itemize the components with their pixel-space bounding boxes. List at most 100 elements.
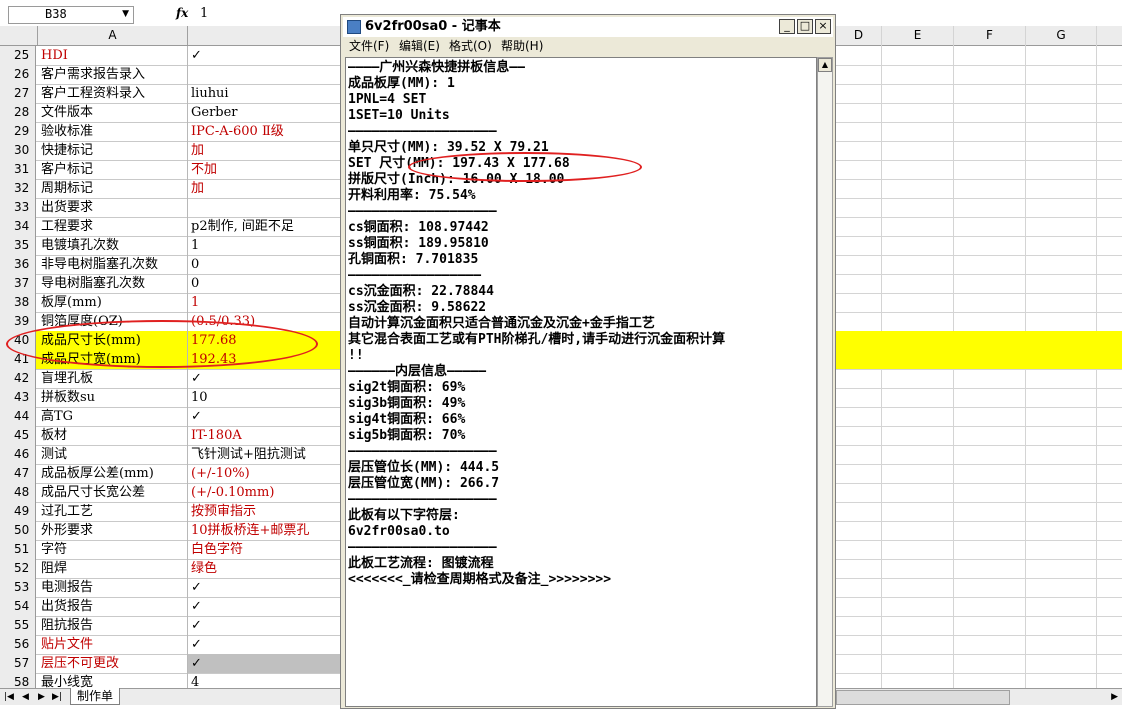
- cell-b[interactable]: [188, 198, 340, 217]
- row-header[interactable]: 54: [0, 597, 36, 616]
- sheet-tab[interactable]: 制作单: [70, 688, 121, 705]
- maximize-button[interactable]: □: [797, 19, 813, 34]
- column-header-a[interactable]: A: [38, 26, 188, 45]
- cell-b[interactable]: 10: [188, 388, 340, 407]
- row-header[interactable]: 31: [0, 160, 36, 179]
- row-header[interactable]: 47: [0, 464, 36, 483]
- cell-b[interactable]: 按预审指示: [188, 502, 340, 521]
- cell-b[interactable]: 加: [188, 179, 340, 198]
- menu-edit[interactable]: 编辑(E): [399, 38, 440, 54]
- cell-b[interactable]: ✓: [188, 635, 340, 654]
- close-button[interactable]: ×: [815, 19, 831, 34]
- select-all-corner[interactable]: [0, 26, 38, 45]
- row-header[interactable]: 56: [0, 635, 36, 654]
- cell-b[interactable]: 1: [188, 293, 340, 312]
- column-header-d[interactable]: D: [836, 26, 882, 45]
- horizontal-scrollbar[interactable]: ▶: [836, 688, 1122, 705]
- chevron-down-icon[interactable]: ▼: [122, 9, 129, 19]
- row-header[interactable]: 36: [0, 255, 36, 274]
- column-header-e[interactable]: E: [882, 26, 954, 45]
- cell-b[interactable]: (+/-10%): [188, 464, 340, 483]
- row-header[interactable]: 26: [0, 65, 36, 84]
- cell-a[interactable]: 客户标记: [38, 160, 188, 179]
- cell-a[interactable]: 出货要求: [38, 198, 188, 217]
- cell-a[interactable]: 阻焊: [38, 559, 188, 578]
- cell-b[interactable]: 白色字符: [188, 540, 340, 559]
- name-box[interactable]: B38 ▼: [8, 6, 134, 24]
- cell-a[interactable]: 过孔工艺: [38, 502, 188, 521]
- row-header[interactable]: 39: [0, 312, 36, 331]
- title-bar[interactable]: 6v2fr00sa0 - 记事本 _ □ ×: [343, 17, 833, 37]
- fx-icon[interactable]: fx: [176, 6, 188, 20]
- cell-b[interactable]: ✓: [188, 578, 340, 597]
- cell-b[interactable]: 加: [188, 141, 340, 160]
- cell-b[interactable]: (+/-0.10mm): [188, 483, 340, 502]
- row-header[interactable]: 35: [0, 236, 36, 255]
- cell-a[interactable]: 验收标准: [38, 122, 188, 141]
- cell-b[interactable]: 绿色: [188, 559, 340, 578]
- row-header[interactable]: 33: [0, 198, 36, 217]
- column-header-b[interactable]: [188, 26, 341, 45]
- cell-b[interactable]: Gerber: [188, 103, 340, 122]
- cell-a[interactable]: 客户工程资料录入: [38, 84, 188, 103]
- cell-b[interactable]: 飞针测试+阻抗测试: [188, 445, 340, 464]
- cell-b[interactable]: [188, 65, 340, 84]
- scroll-up-icon[interactable]: ▲: [818, 58, 832, 72]
- cell-a[interactable]: 外形要求: [38, 521, 188, 540]
- minimize-button[interactable]: _: [779, 19, 795, 34]
- cell-a[interactable]: 成品板厚公差(mm): [38, 464, 188, 483]
- cell-a[interactable]: 非导电树脂塞孔次数: [38, 255, 188, 274]
- row-header[interactable]: 48: [0, 483, 36, 502]
- menu-file[interactable]: 文件(F): [349, 38, 389, 54]
- cell-a[interactable]: 高TG: [38, 407, 188, 426]
- cell-a[interactable]: 周期标记: [38, 179, 188, 198]
- formula-input[interactable]: 1: [200, 6, 208, 21]
- row-header[interactable]: 42: [0, 369, 36, 388]
- menu-help[interactable]: 帮助(H): [501, 38, 543, 54]
- row-header[interactable]: 49: [0, 502, 36, 521]
- prev-sheet-icon[interactable]: ◀: [22, 689, 29, 705]
- cell-a[interactable]: 测试: [38, 445, 188, 464]
- row-header[interactable]: 52: [0, 559, 36, 578]
- cell-a[interactable]: HDI: [38, 46, 188, 65]
- cell-a[interactable]: 贴片文件: [38, 635, 188, 654]
- row-header[interactable]: 34: [0, 217, 36, 236]
- cell-a[interactable]: 工程要求: [38, 217, 188, 236]
- cell-a[interactable]: 字符: [38, 540, 188, 559]
- vertical-scrollbar[interactable]: ▲: [817, 57, 833, 707]
- cell-b[interactable]: ✓: [188, 597, 340, 616]
- column-header-f[interactable]: F: [954, 26, 1026, 45]
- row-header[interactable]: 45: [0, 426, 36, 445]
- cell-b[interactable]: ✓: [188, 616, 340, 635]
- row-header[interactable]: 32: [0, 179, 36, 198]
- row-header[interactable]: 44: [0, 407, 36, 426]
- cell-b[interactable]: ✓: [188, 407, 340, 426]
- row-header[interactable]: 25: [0, 46, 36, 65]
- cell-a[interactable]: 板材: [38, 426, 188, 445]
- cell-b[interactable]: 不加: [188, 160, 340, 179]
- menu-format[interactable]: 格式(O): [449, 38, 492, 54]
- cell-b[interactable]: 0: [188, 274, 340, 293]
- cell-b[interactable]: 1: [188, 236, 340, 255]
- cell-a[interactable]: 导电树脂塞孔次数: [38, 274, 188, 293]
- cell-a[interactable]: 客户需求报告录入: [38, 65, 188, 84]
- cell-a[interactable]: 阻抗报告: [38, 616, 188, 635]
- row-header[interactable]: 38: [0, 293, 36, 312]
- cell-b[interactable]: 0: [188, 255, 340, 274]
- row-header[interactable]: 50: [0, 521, 36, 540]
- row-header[interactable]: 57: [0, 654, 36, 673]
- last-sheet-icon[interactable]: ▶|: [52, 689, 62, 705]
- next-sheet-icon[interactable]: ▶: [38, 689, 45, 705]
- column-header-g[interactable]: G: [1026, 26, 1097, 45]
- cell-b[interactable]: 10拼板桥连+邮票孔: [188, 521, 340, 540]
- cell-b[interactable]: ✓: [188, 46, 340, 65]
- cell-a[interactable]: 电镀填孔次数: [38, 236, 188, 255]
- text-editor[interactable]: ————广州兴森快捷拼板信息—— 成品板厚(MM): 1 1PNL=4 SET 1SE…: [345, 57, 817, 707]
- row-header[interactable]: 46: [0, 445, 36, 464]
- cell-a[interactable]: 板厚(mm): [38, 293, 188, 312]
- row-header[interactable]: 43: [0, 388, 36, 407]
- cell-b[interactable]: liuhui: [188, 84, 340, 103]
- row-header[interactable]: 37: [0, 274, 36, 293]
- row-header[interactable]: 28: [0, 103, 36, 122]
- cell-a[interactable]: 电测报告: [38, 578, 188, 597]
